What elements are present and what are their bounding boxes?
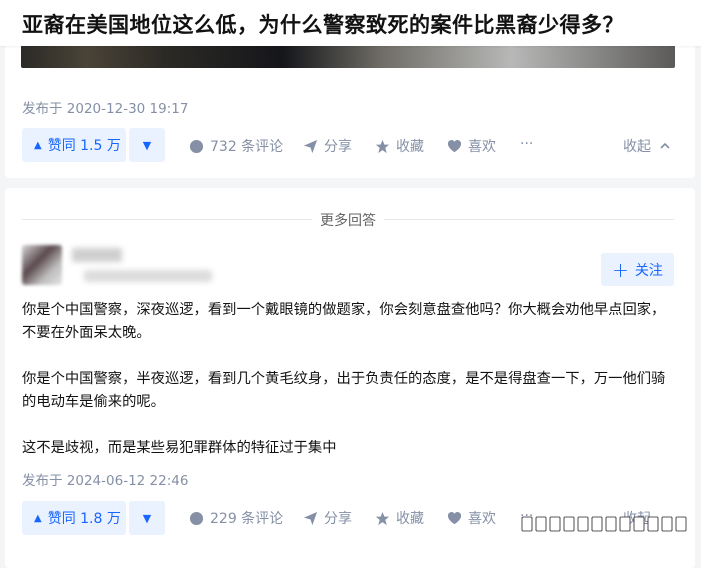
collapse-button[interactable]: 收起 — [623, 136, 673, 156]
upvote-triangle-icon: ▲ — [34, 139, 42, 151]
answer-paragraph: 你是个中国警察，深夜巡逻，看到一个戴眼镜的做题家，你会刻意盘查他吗？你大概会劝他… — [22, 302, 666, 341]
comment-count: 732 条评论 — [210, 139, 284, 155]
comment-icon — [188, 138, 204, 154]
favorite-label: 收藏 — [396, 511, 424, 527]
plus-icon: + — [612, 257, 629, 282]
share-label: 分享 — [324, 139, 352, 155]
downvote-triangle-icon: ▼ — [142, 138, 152, 152]
star-icon — [374, 510, 390, 526]
comment-icon — [188, 510, 204, 526]
collapse-label: 收起 — [623, 139, 651, 155]
author-name-blurred[interactable] — [72, 248, 122, 262]
share-icon — [302, 510, 318, 526]
upvote-button[interactable]: ▲ 赞同 1.5 万 — [22, 128, 126, 162]
share-label: 分享 — [324, 511, 352, 527]
comment-button[interactable]: 732 条评论 — [188, 136, 283, 156]
favorite-button[interactable]: 收藏 — [374, 136, 424, 156]
more-dots-icon: ··· — [520, 136, 534, 152]
divider-right — [384, 219, 674, 220]
question-title[interactable]: 亚裔在美国地位这么低，为什么警察致死的案件比黑裔少得多？ — [22, 9, 624, 39]
heart-icon — [446, 510, 462, 526]
follow-button[interactable]: + 关注 — [601, 253, 674, 286]
comment-count: 229 条评论 — [210, 511, 284, 527]
comment-button[interactable]: 229 条评论 — [188, 508, 283, 528]
downvote-triangle-icon: ▼ — [142, 511, 152, 525]
share-button[interactable]: 分享 — [302, 508, 352, 528]
heart-icon — [446, 138, 462, 154]
watermark — [512, 513, 687, 535]
publish-date: 发布于 2024-06-12 22:46 — [22, 473, 189, 489]
favorite-button[interactable]: 收藏 — [374, 508, 424, 528]
answer-paragraph: 你是个中国警察，半夜巡逻，看到几个黄毛纹身，出于负责任的态度，是不是得盘查一下，… — [22, 371, 666, 410]
question-header: 亚裔在美国地位这么低，为什么警察致死的案件比黑裔少得多？ — [0, 0, 701, 46]
upvote-triangle-icon: ▲ — [34, 512, 42, 524]
divider-left — [22, 219, 312, 220]
upvote-button[interactable]: ▲ 赞同 1.8 万 — [22, 501, 126, 535]
like-button[interactable]: 喜欢 — [446, 136, 496, 156]
share-icon — [302, 138, 318, 154]
downvote-button[interactable]: ▼ — [129, 128, 165, 162]
author-bio-blurred — [84, 270, 212, 282]
star-icon — [374, 138, 390, 154]
downvote-button[interactable]: ▼ — [129, 501, 165, 535]
watermark-logo-icon — [521, 516, 687, 532]
chevron-up-icon — [657, 138, 673, 154]
more-answers-label: 更多回答 — [318, 210, 378, 230]
upvote-label: 赞同 1.8 万 — [47, 511, 121, 527]
like-label: 喜欢 — [468, 139, 496, 155]
share-button[interactable]: 分享 — [302, 136, 352, 156]
like-button[interactable]: 喜欢 — [446, 508, 496, 528]
more-button[interactable]: ··· — [520, 136, 533, 152]
favorite-label: 收藏 — [396, 139, 424, 155]
avatar[interactable] — [22, 245, 62, 285]
follow-label: 关注 — [634, 262, 663, 279]
upvote-label: 赞同 1.5 万 — [47, 138, 121, 154]
like-label: 喜欢 — [468, 511, 496, 527]
publish-date: 发布于 2020-12-30 19:17 — [22, 101, 189, 117]
answer-paragraph: 这不是歧视，而是某些易犯罪群体的特征过于集中 — [22, 440, 337, 456]
